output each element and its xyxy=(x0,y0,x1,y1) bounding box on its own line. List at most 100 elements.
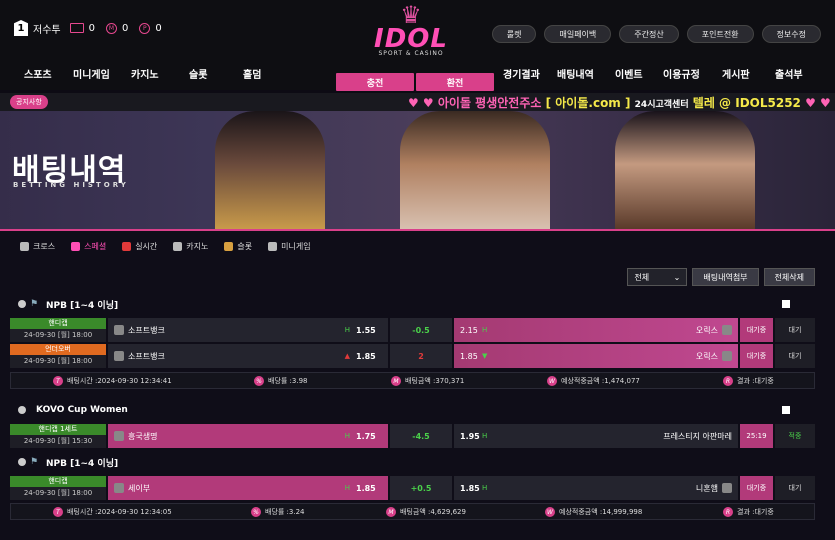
nav-casino[interactable]: 카지노 xyxy=(131,66,159,81)
bet-summary: T 배팅시간 :2024-09-30 12:34:41 % 배당률 :3.98 M배… xyxy=(10,372,815,389)
home-team-cell[interactable]: 소프트뱅크 ▲ 1.85 xyxy=(108,344,388,368)
match-header: ⚑ NPB [1~4 이닝] xyxy=(0,294,815,314)
point-convert-button[interactable]: 포인트전환 xyxy=(686,25,754,43)
league-name: NPB [1~4 이닝] xyxy=(46,458,119,469)
point-value: 0 xyxy=(155,22,162,34)
bet-type: 핸디캡 24-09-30 [월] 18:00 xyxy=(10,476,106,500)
amount-icon: M xyxy=(386,507,396,517)
notice-middle: 24시고객센터 xyxy=(634,100,689,110)
nav-board[interactable]: 게시판 xyxy=(722,66,750,81)
username: 저수투 xyxy=(33,24,61,36)
team-logo-icon xyxy=(722,325,732,335)
notice-address: [ 아이돌.com ] xyxy=(545,96,631,110)
home-team: 흥국생명 xyxy=(128,431,158,441)
home-team: 소프트뱅크 xyxy=(128,325,165,335)
page-banner: 배팅내역 BETTING HISTORY xyxy=(0,111,835,229)
away-odd: 1.85 xyxy=(460,483,480,493)
team-logo-icon xyxy=(722,351,732,361)
match-header: ⚑ NPB [1~4 이닝] xyxy=(0,452,815,472)
tab-minigame[interactable]: 미니게임 xyxy=(268,241,311,252)
user-info: 1 저수투 0 M 0 P 0 xyxy=(14,20,162,36)
bet-time: 배팅시간 :2024-09-30 12:34:41 xyxy=(67,377,172,385)
banner-image xyxy=(400,111,550,229)
edit-info-button[interactable]: 정보수정 xyxy=(761,25,821,43)
nav-sports[interactable]: 스포츠 xyxy=(24,66,52,81)
result-icon: R xyxy=(723,376,733,386)
notice-bar: 공지사항 ♥ ♥ 아이돌 평생안전주소 [ 아이돌.com ] 24시고객센터 … xyxy=(0,93,835,111)
bet-amount: 배팅금액 :4,629,629 xyxy=(400,508,466,516)
nav-slot[interactable]: 슬롯 xyxy=(189,66,207,81)
nav-rules[interactable]: 이용규정 xyxy=(663,66,700,81)
away-team: 프레스티지 아판마레 xyxy=(663,431,732,441)
tab-special[interactable]: 스페셜 xyxy=(71,241,106,252)
result-badge: 대기중 xyxy=(740,344,773,368)
point-icon: P xyxy=(139,22,151,34)
status-text: 대기 xyxy=(775,476,815,500)
league-name: KOVO Cup Women xyxy=(36,405,128,415)
daily-payback-button[interactable]: 매일페이백 xyxy=(544,25,612,43)
nav-bet-history[interactable]: 배팅내역 xyxy=(557,66,594,81)
live-icon xyxy=(122,242,132,251)
team-logo-icon xyxy=(114,483,124,493)
filter-select[interactable]: 전체 ⌄ xyxy=(627,268,688,286)
away-team: 오릭스 xyxy=(695,325,718,335)
select-checkbox[interactable] xyxy=(782,406,790,414)
home-team-cell[interactable]: 소프트뱅크 H 1.55 xyxy=(108,318,388,342)
slot-icon xyxy=(224,242,234,251)
nav-holdem[interactable]: 홀덤 xyxy=(243,66,261,81)
charge-button[interactable]: 충전 xyxy=(336,73,414,91)
home-team-cell[interactable]: 흥국생명 H 1.75 xyxy=(108,424,388,448)
weekly-settle-button[interactable]: 주간정산 xyxy=(619,25,679,43)
nav-attendance[interactable]: 출석부 xyxy=(775,66,803,81)
tab-live[interactable]: 실시간 xyxy=(122,241,157,252)
attach-history-button[interactable]: 배팅내역첨부 xyxy=(692,268,759,286)
away-team-cell[interactable]: 1.95 H 프레스티지 아판마레 xyxy=(454,424,738,448)
select-checkbox[interactable] xyxy=(782,300,790,308)
bet-amount: 배팅금액 :370,371 xyxy=(405,377,465,385)
money-value: 0 xyxy=(121,22,129,34)
bet-row: 언더오버 24-09-30 [월] 18:00 소프트뱅크 ▲ 1.85 2 1.85… xyxy=(10,344,815,368)
home-team: 세이부 xyxy=(128,483,151,493)
mail-icon[interactable] xyxy=(69,23,84,33)
delete-all-button[interactable]: 전체삭제 xyxy=(763,268,815,286)
chevron-down-icon: ⌄ xyxy=(673,272,681,282)
away-team-cell[interactable]: 2.15 H 오릭스 xyxy=(454,318,738,342)
away-team: 니혼햄 xyxy=(695,483,718,493)
withdraw-button[interactable]: 환전 xyxy=(416,73,494,91)
handicap-value: -4.5 xyxy=(390,424,452,448)
home-team-cell[interactable]: 세이부 H 1.85 xyxy=(108,476,388,500)
cards-icon xyxy=(173,242,183,251)
nav-minigame[interactable]: 미니게임 xyxy=(73,66,110,81)
level-badge: 1 xyxy=(14,20,28,36)
away-team: 오릭스 xyxy=(695,351,718,361)
bet-row: 핸디캡 1세트 24-09-30 [월] 15:30 흥국생명 H 1.75 -4.5… xyxy=(10,424,815,448)
home-odd: 1.85 xyxy=(356,351,376,361)
tab-casino[interactable]: 카지노 xyxy=(173,241,208,252)
bet-type: 언더오버 24-09-30 [월] 18:00 xyxy=(10,344,106,368)
tab-cross[interactable]: 크로스 xyxy=(20,241,55,252)
nav-event[interactable]: 이벤트 xyxy=(615,66,643,81)
page-subtitle: BETTING HISTORY xyxy=(13,181,129,189)
tab-slot[interactable]: 슬롯 xyxy=(224,241,252,252)
top-buttons: 룰렛 매일페이백 주간정산 포인트전환 정보수정 xyxy=(491,25,821,43)
team-logo-icon xyxy=(722,483,732,493)
time-icon: T xyxy=(53,376,63,386)
bet-type: 핸디캡 24-09-30 [월] 18:00 xyxy=(10,318,106,342)
roulette-button[interactable]: 룰렛 xyxy=(491,25,537,43)
history-controls: 전체 ⌄ 배팅내역첨부 전체삭제 xyxy=(627,268,815,286)
team-logo-icon xyxy=(114,351,124,361)
bet-rate: 배당률 :3.24 xyxy=(265,508,305,516)
baseball-icon xyxy=(18,300,26,308)
league-name: NPB [1~4 이닝] xyxy=(46,300,119,311)
team-logo-icon xyxy=(114,325,124,335)
away-team-cell[interactable]: 1.85 H 니혼햄 xyxy=(454,476,738,500)
sport-tabs: 크로스 스페셜 실시간 카지노 슬롯 미니게임 xyxy=(20,241,311,252)
away-odd: 2.15 xyxy=(460,325,478,335)
nav-results[interactable]: 경기결과 xyxy=(503,66,540,81)
win-icon: W xyxy=(545,507,555,517)
notice-tag[interactable]: 공지사항 xyxy=(10,95,48,109)
home-odd: 1.85 xyxy=(356,483,376,493)
bet-row: 핸디캡 24-09-30 [월] 18:00 소프트뱅크 H 1.55 -0.5 2.… xyxy=(10,318,815,342)
away-team-cell[interactable]: 1.85 ▼ 오릭스 xyxy=(454,344,738,368)
notice-prefix: ♥ ♥ 아이돌 평생안전주소 xyxy=(408,96,542,110)
